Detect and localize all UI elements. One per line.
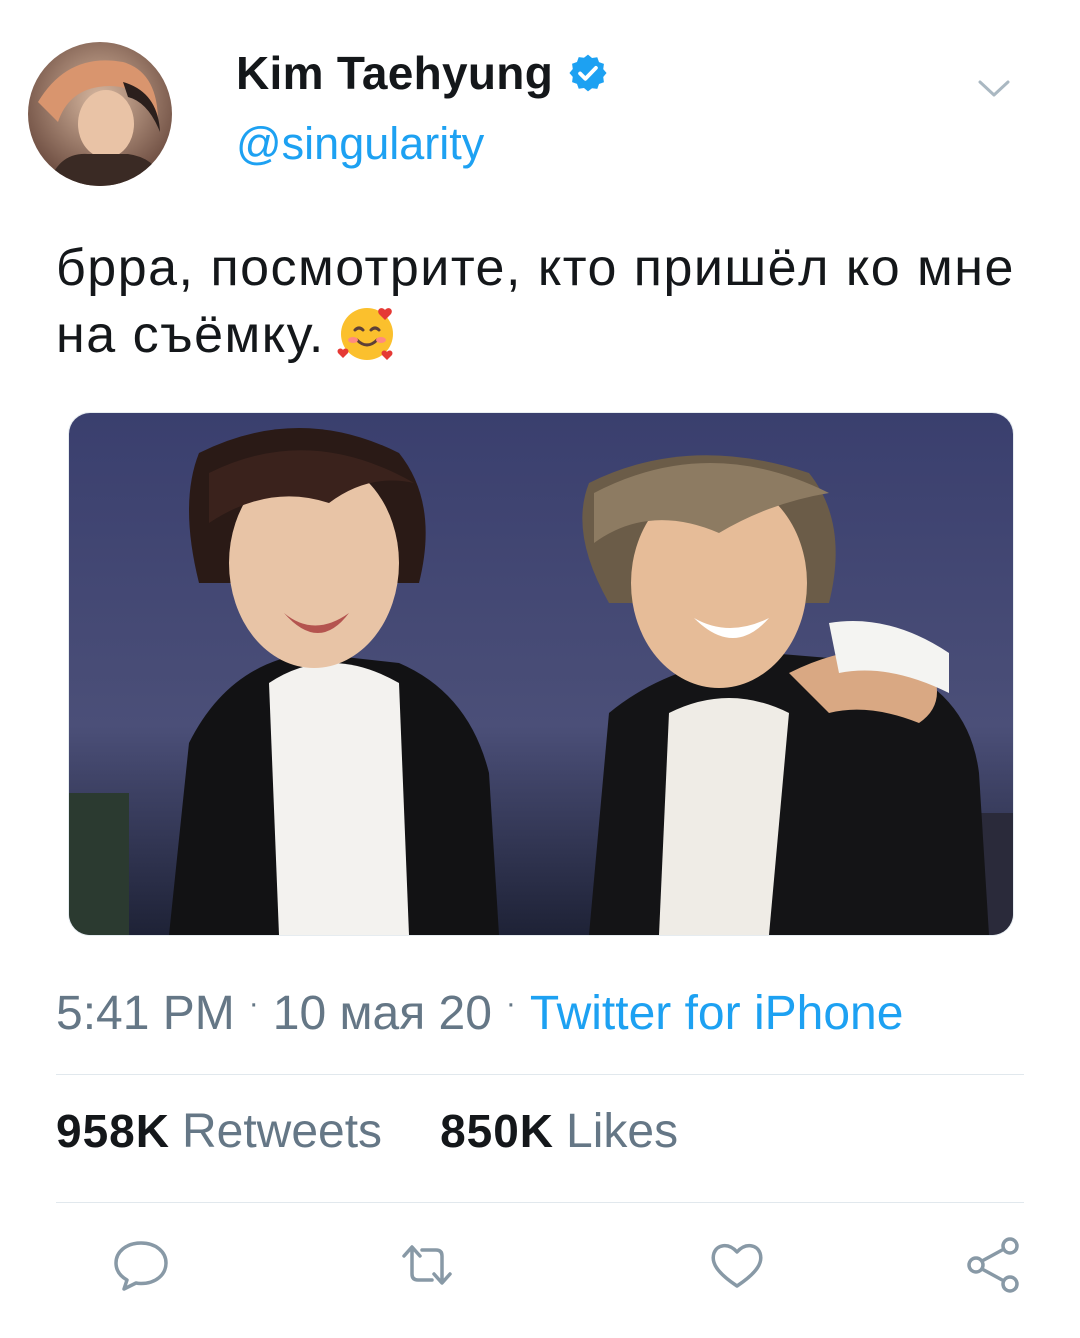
- divider: [56, 1202, 1024, 1203]
- tweet-body: брра, посмотрите, кто пришёл ко мне на с…: [56, 239, 1015, 364]
- tweet-date: 10 мая 20: [272, 987, 492, 1040]
- smiling-face-with-hearts-icon: [335, 300, 399, 364]
- likes-stat[interactable]: 850K Likes: [440, 1104, 678, 1159]
- action-bar: [0, 1234, 1080, 1304]
- tweet-meta: 5:41 PM · 10 мая 20 · Twitter for iPhone: [56, 986, 903, 1041]
- reply-icon[interactable]: [110, 1234, 172, 1296]
- chevron-down-icon[interactable]: [976, 76, 1012, 100]
- retweets-count: 958K: [56, 1105, 170, 1157]
- author-name-row: Kim Taehyung: [236, 46, 609, 100]
- author-handle[interactable]: @singularity: [236, 118, 484, 170]
- avatar-image: [28, 42, 172, 186]
- like-icon[interactable]: [706, 1234, 768, 1296]
- retweets-stat[interactable]: 958K Retweets: [56, 1104, 382, 1159]
- divider: [56, 1074, 1024, 1075]
- tweet-text: брра, посмотрите, кто пришёл ко мне на с…: [56, 236, 1036, 367]
- avatar[interactable]: [28, 42, 172, 186]
- share-icon[interactable]: [962, 1234, 1024, 1296]
- separator: ·: [505, 986, 516, 1020]
- tweet-photo[interactable]: [68, 412, 1014, 936]
- separator: ·: [248, 986, 259, 1020]
- retweet-icon[interactable]: [396, 1234, 458, 1296]
- likes-label: Likes: [566, 1105, 679, 1158]
- tweet-source-link[interactable]: Twitter for iPhone: [530, 986, 904, 1041]
- tweet-time: 5:41 PM: [56, 987, 235, 1040]
- tweet-stats: 958K Retweets 850K Likes: [56, 1104, 736, 1159]
- photo-two-people-in-black-suits: [69, 413, 1013, 935]
- likes-count: 850K: [440, 1105, 555, 1157]
- author-name[interactable]: Kim Taehyung: [236, 46, 553, 100]
- retweets-label: Retweets: [181, 1105, 383, 1158]
- verified-badge-icon: [567, 52, 609, 94]
